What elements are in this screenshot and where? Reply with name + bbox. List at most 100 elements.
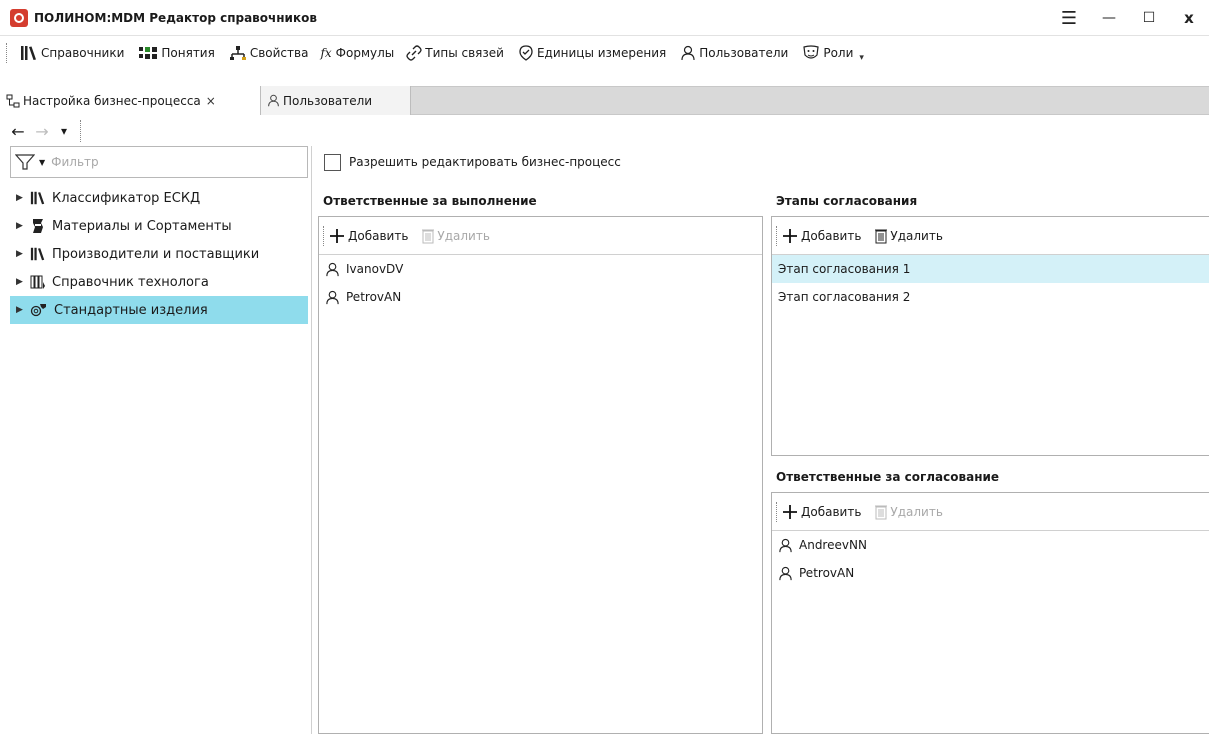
stages-panel: Добавить Удалить Этап согласования 1 Эта…	[771, 216, 1209, 456]
link-icon	[406, 45, 422, 61]
maximize-button[interactable]: ☐	[1129, 0, 1169, 36]
expand-arrow-icon[interactable]: ▶	[16, 193, 30, 203]
title-bar: ПОЛИНОМ:MDM Редактор справочников ☰ — ☐ …	[0, 0, 1209, 36]
panel-grip	[323, 225, 325, 246]
executors-list-item[interactable]: IvanovDV	[319, 255, 762, 283]
toolbar-references-label: Справочники	[41, 46, 125, 60]
tree-item-standard-parts[interactable]: ▶ Стандартные изделия	[10, 296, 308, 324]
edit-checkbox[interactable]	[324, 153, 341, 171]
properties-icon	[229, 46, 246, 60]
window-title: ПОЛИНОМ:MDM Редактор справочников	[34, 10, 317, 25]
plus-icon	[783, 228, 797, 243]
back-button[interactable]: ←	[8, 121, 28, 141]
approvers-remove-button[interactable]: Удалить	[875, 504, 943, 520]
executors-remove-label: Удалить	[437, 228, 490, 243]
tab-business-process[interactable]: Настройка бизнес-процесса ×	[0, 86, 261, 115]
close-button[interactable]: x	[1169, 0, 1209, 36]
executors-toolbar: Добавить Удалить	[319, 217, 762, 255]
panel-grip	[776, 225, 778, 246]
user-icon	[681, 45, 695, 61]
expand-arrow-icon[interactable]: ▶	[16, 221, 30, 231]
toolbar-overflow-icon[interactable]: ▾	[859, 53, 864, 63]
stage-name: Этап согласования 2	[778, 290, 911, 304]
units-icon	[519, 45, 533, 61]
main-toolbar: Справочники Понятия Свойства fx Формулы …	[0, 36, 1209, 70]
user-icon	[326, 262, 339, 276]
plus-icon	[783, 504, 797, 519]
executors-add-button[interactable]: Добавить	[329, 228, 408, 244]
toolbar-users-label: Пользователи	[699, 46, 789, 60]
process-icon	[6, 94, 20, 107]
toolbar-formulas[interactable]: fx Формулы	[316, 40, 398, 66]
stages-add-label: Добавить	[801, 228, 862, 243]
toolbar-references[interactable]: Справочники	[16, 40, 128, 66]
stages-list-item[interactable]: Этап согласования 2	[772, 283, 1209, 311]
menu-button[interactable]: ☰	[1049, 0, 1089, 36]
approvers-add-button[interactable]: Добавить	[782, 504, 861, 520]
filter-dropdown-icon[interactable]: ▼	[39, 158, 45, 167]
stages-remove-button[interactable]: Удалить	[875, 228, 943, 244]
approvers-list-item[interactable]: AndreevNN	[772, 531, 1209, 559]
executors-remove-button[interactable]: Удалить	[422, 228, 490, 244]
edit-checkbox-row[interactable]: Разрешить редактировать бизнес-процесс	[324, 151, 621, 173]
tree-item-manufacturers[interactable]: ▶ Производители и поставщики	[10, 240, 308, 268]
stages-title: Этапы согласования	[776, 194, 918, 208]
expand-arrow-icon[interactable]: ▶	[16, 277, 30, 287]
stages-list-item[interactable]: Этап согласования 1	[772, 255, 1209, 283]
stages-add-button[interactable]: Добавить	[782, 228, 861, 244]
approvers-toolbar: Добавить Удалить	[772, 493, 1209, 531]
toolbar-grip[interactable]	[6, 43, 10, 63]
filter-input[interactable]	[51, 155, 272, 169]
toolbar-units[interactable]: Единицы измерения	[514, 40, 670, 66]
filter-box: ▼	[10, 146, 308, 178]
executors-list-item[interactable]: PetrovAN	[319, 283, 762, 311]
user-icon	[326, 290, 339, 304]
approvers-list-item[interactable]: PetrovAN	[772, 559, 1209, 587]
executors-add-label: Добавить	[348, 228, 409, 243]
formula-icon: fx	[320, 46, 332, 60]
executor-name: IvanovDV	[346, 262, 404, 276]
executors-panel: Добавить Удалить IvanovDV PetrovAN	[318, 216, 763, 734]
forward-button[interactable]: →	[32, 121, 52, 141]
books-icon	[21, 46, 36, 60]
tree-item-label: Справочник технолога	[52, 274, 209, 290]
tree-item-materials[interactable]: ▶ Материалы и Сортаменты	[10, 212, 308, 240]
toolbar-link-types[interactable]: Типы связей	[402, 40, 508, 66]
history-dropdown-button[interactable]: ▾	[54, 121, 74, 141]
tab-business-process-label: Настройка бизнес-процесса	[23, 93, 201, 108]
tab-close-icon[interactable]: ×	[206, 94, 216, 108]
expand-arrow-icon[interactable]: ▶	[16, 249, 30, 259]
toolbar-users[interactable]: Пользователи	[676, 40, 792, 66]
approver-name: AndreevNN	[799, 538, 867, 552]
stage-name: Этап согласования 1	[778, 262, 911, 276]
books-icon	[30, 191, 45, 205]
expand-arrow-icon[interactable]: ▶	[16, 305, 30, 315]
tree-item-label: Стандартные изделия	[54, 302, 208, 318]
toolbar-units-label: Единицы измерения	[536, 46, 667, 60]
toolbar-roles[interactable]: Роли	[798, 40, 857, 66]
mask-icon	[803, 45, 820, 59]
filter-icon[interactable]	[15, 153, 35, 171]
standard-parts-icon	[30, 304, 46, 317]
toolbar-properties[interactable]: Свойства	[225, 40, 313, 66]
app-logo-icon	[10, 8, 28, 27]
approver-name: PetrovAN	[799, 566, 855, 580]
tab-users-label: Пользователи	[283, 93, 373, 108]
tree-item-label: Материалы и Сортаменты	[52, 218, 232, 234]
references-panel: ▼ ▶ Классификатор ЕСКД ▶ Материалы и Сор…	[10, 146, 312, 734]
minimize-button[interactable]: —	[1089, 0, 1129, 36]
toolbar-concepts[interactable]: Понятия	[134, 40, 218, 66]
trash-icon	[875, 229, 888, 243]
tree-item-eskd[interactable]: ▶ Классификатор ЕСКД	[10, 184, 308, 212]
tree-item-technologist[interactable]: ▶ Справочник технолога	[10, 268, 308, 296]
executor-name: PetrovAN	[346, 290, 402, 304]
tree-item-label: Классификатор ЕСКД	[52, 190, 201, 206]
references-tree: ▶ Классификатор ЕСКД ▶ Материалы и Сорта…	[10, 184, 308, 324]
stages-toolbar: Добавить Удалить	[772, 217, 1209, 255]
approvers-remove-label: Удалить	[890, 504, 943, 519]
toolbar-roles-label: Роли	[823, 46, 854, 60]
trash-icon	[422, 229, 435, 243]
edit-checkbox-label: Разрешить редактировать бизнес-процесс	[349, 155, 621, 169]
tab-users[interactable]: Пользователи	[261, 86, 411, 115]
tree-item-label: Производители и поставщики	[52, 246, 260, 262]
